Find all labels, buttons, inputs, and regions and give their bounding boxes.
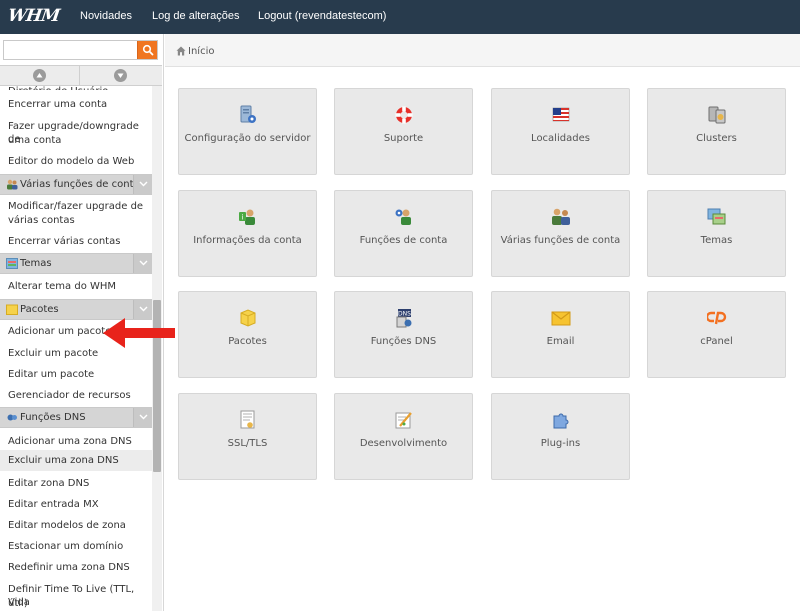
dns-icon bbox=[6, 412, 18, 423]
multi-account-icon bbox=[552, 208, 570, 225]
chevron-down-icon[interactable] bbox=[133, 175, 152, 194]
sidebar-item-change-theme[interactable]: Alterar tema do WHM bbox=[0, 280, 152, 293]
sidebar-item-park-domain[interactable]: Estacionar um domínio bbox=[0, 540, 152, 553]
sidebar-item-edit-mx[interactable]: Editar entrada MX bbox=[0, 498, 152, 511]
arrow-up-icon bbox=[33, 69, 46, 82]
search-icon bbox=[142, 44, 154, 56]
development-icon bbox=[395, 412, 412, 429]
email-icon bbox=[551, 311, 571, 326]
account-functions-icon bbox=[395, 209, 411, 225]
sidebar-item-edit-dns-zone[interactable]: Editar zona DNS bbox=[0, 477, 152, 490]
tile-label: Localidades bbox=[531, 133, 590, 144]
section-multi-account[interactable]: Várias funções de conta bbox=[0, 174, 152, 195]
tile-development[interactable]: Desenvolvimento bbox=[334, 393, 473, 480]
scroll-down-button[interactable] bbox=[81, 66, 161, 85]
breadcrumb: Início bbox=[165, 34, 800, 67]
breadcrumb-home[interactable]: Início bbox=[188, 46, 214, 57]
svg-text:DNS: DNS bbox=[398, 311, 411, 318]
scroll-up-button[interactable] bbox=[0, 66, 80, 85]
tile-label: Funções DNS bbox=[370, 336, 437, 347]
ssl-certificate-icon bbox=[240, 410, 255, 429]
sidebar-item-delete-dns-zone[interactable]: Excluir uma zona DNS bbox=[0, 450, 152, 471]
section-dns[interactable]: Funções DNS bbox=[0, 407, 152, 428]
tile-label: Configuração do servidor bbox=[184, 133, 311, 144]
tile-label: Pacotes bbox=[228, 336, 267, 347]
cpanel-icon bbox=[707, 311, 727, 325]
tile-ssl-tls[interactable]: SSL/TLS bbox=[178, 393, 317, 480]
tile-label: Funções de conta bbox=[359, 235, 448, 246]
sidebar-item-terminate-multiple[interactable]: Encerrar várias contas bbox=[0, 235, 152, 248]
tile-label: Desenvolvimento bbox=[359, 438, 448, 449]
tile-cpanel[interactable]: cPanel bbox=[647, 291, 786, 378]
sidebar-item-terminate-account[interactable]: Encerrar uma conta bbox=[0, 98, 152, 111]
tile-label: Email bbox=[546, 336, 575, 347]
tile-locales[interactable]: Localidades bbox=[491, 88, 630, 175]
account-info-icon: i bbox=[239, 209, 255, 225]
tile-account-information[interactable]: i Informações da conta bbox=[178, 190, 317, 277]
tile-label: SSL/TLS bbox=[227, 438, 268, 449]
tile-server-configuration[interactable]: Configuração do servidor bbox=[178, 88, 317, 175]
tile-account-functions[interactable]: Funções de conta bbox=[334, 190, 473, 277]
sidebar-item-modify-line2[interactable]: várias contas bbox=[0, 214, 152, 227]
tile-email[interactable]: Email bbox=[491, 291, 630, 378]
annotation-arrow-icon bbox=[103, 318, 175, 348]
tile-label: Temas bbox=[700, 235, 733, 246]
section-label: Pacotes bbox=[20, 304, 59, 315]
plugins-icon bbox=[553, 413, 569, 429]
sidebar-item-user-directory[interactable]: Diretório de Usuário bbox=[0, 86, 152, 90]
tile-themes[interactable]: Temas bbox=[647, 190, 786, 277]
tile-label: Várias funções de conta bbox=[500, 235, 621, 246]
logo-text: WHM bbox=[6, 6, 61, 26]
themes-icon bbox=[6, 258, 18, 269]
nav-changelog[interactable]: Log de alterações bbox=[152, 10, 239, 22]
tile-label: Suporte bbox=[383, 133, 424, 144]
nav-logout[interactable]: Logout (revendatestecom) bbox=[258, 10, 386, 22]
flag-icon bbox=[552, 107, 570, 122]
themes-icon bbox=[707, 208, 726, 225]
tile-label: cPanel bbox=[700, 336, 733, 347]
multi-user-icon bbox=[6, 179, 18, 190]
sidebar-item-resource-manager[interactable]: Gerenciador de recursos bbox=[0, 389, 152, 402]
chevron-down-icon[interactable] bbox=[133, 408, 152, 427]
lifebuoy-icon bbox=[395, 106, 413, 124]
dns-icon: DNS bbox=[396, 309, 412, 328]
search-button[interactable] bbox=[137, 41, 157, 59]
tile-plugins[interactable]: Plug-ins bbox=[491, 393, 630, 480]
home-icon[interactable] bbox=[176, 46, 186, 56]
tile-dns-functions[interactable]: DNS Funções DNS bbox=[334, 291, 473, 378]
tile-label: Plug-ins bbox=[540, 438, 581, 449]
tile-packages[interactable]: Pacotes bbox=[178, 291, 317, 378]
package-icon bbox=[6, 304, 18, 315]
clusters-icon bbox=[708, 106, 726, 124]
tile-label: Informações da conta bbox=[193, 235, 302, 246]
tile-label: Clusters bbox=[696, 133, 737, 144]
sidebar-item-modify-line1[interactable]: Modificar/fazer upgrade de bbox=[0, 200, 152, 213]
sidebar-item-edit-package[interactable]: Editar um pacote bbox=[0, 368, 152, 381]
search-input[interactable] bbox=[4, 41, 137, 59]
search-box bbox=[3, 40, 158, 60]
sidebar-item-reset-dns-zone[interactable]: Redefinir uma zona DNS bbox=[0, 561, 152, 574]
sidebar-item-add-dns-zone[interactable]: Adicionar uma zona DNS bbox=[0, 435, 152, 448]
tile-multi-account-functions[interactable]: Várias funções de conta bbox=[491, 190, 630, 277]
arrow-down-icon bbox=[114, 69, 127, 82]
section-themes[interactable]: Temas bbox=[0, 253, 152, 274]
section-label: Funções DNS bbox=[20, 412, 86, 423]
sidebar-item-web-template-editor[interactable]: Editor do modelo da Web bbox=[0, 155, 152, 168]
top-bar: WHM Novidades Log de alterações Logout (… bbox=[0, 0, 800, 34]
chevron-down-icon[interactable] bbox=[133, 254, 152, 273]
section-label: Várias funções de conta bbox=[20, 179, 140, 190]
sidebar-item-ttl-line2[interactable]: útil) bbox=[0, 597, 152, 610]
sidebar-item-edit-zone-templates[interactable]: Editar modelos de zona bbox=[0, 519, 152, 532]
svg-text:i: i bbox=[242, 214, 244, 222]
tile-clusters[interactable]: Clusters bbox=[647, 88, 786, 175]
sidebar-scroll-buttons bbox=[0, 65, 162, 86]
nav-novidades[interactable]: Novidades bbox=[80, 10, 132, 22]
package-icon bbox=[240, 309, 256, 327]
whm-logo[interactable]: WHM bbox=[7, 6, 66, 26]
sidebar-item-upgrade-line2[interactable]: uma conta bbox=[0, 134, 152, 147]
server-config-icon bbox=[240, 105, 256, 123]
tile-support[interactable]: Suporte bbox=[334, 88, 473, 175]
section-label: Temas bbox=[20, 258, 52, 269]
